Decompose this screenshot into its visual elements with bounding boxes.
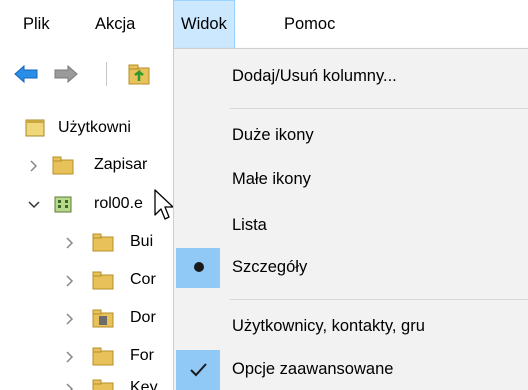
tree-item-child-label: Dor: [130, 309, 156, 326]
menu-item-label: Duże ikony: [232, 126, 314, 144]
menu-item-label: Opcje zaawansowane: [232, 360, 394, 378]
tree-item-domain[interactable]: rol00.e: [0, 188, 175, 222]
menu-item-label: Szczegóły: [232, 258, 308, 276]
folder-icon: [92, 232, 114, 252]
folder-icon: [92, 346, 114, 366]
chevron-right-icon[interactable]: [62, 311, 78, 327]
tree-item-child[interactable]: Cor: [0, 264, 175, 298]
menu-akcja[interactable]: Akcja: [88, 0, 142, 50]
folder-icon: [92, 378, 114, 390]
menu-item-small-icons[interactable]: Małe ikony: [174, 160, 528, 200]
back-arrow-icon[interactable]: [12, 60, 40, 88]
navigation-tree: Użytkowni Zapisar rol00.e Bui Cor Dor Fo…: [0, 108, 175, 390]
chevron-down-icon[interactable]: [26, 197, 42, 213]
toolbar: [0, 52, 175, 96]
checkmark-indicator-background: [176, 350, 220, 390]
tree-item-child-label: Cor: [130, 271, 156, 288]
tree-item-domain-label: rol00.e: [94, 195, 143, 212]
menu-item-advanced-options[interactable]: Opcje zaawansowane: [174, 350, 528, 390]
menu-bar: Plik Akcja Widok Pomoc: [0, 0, 528, 50]
menu-plik[interactable]: Plik: [16, 0, 57, 50]
menu-item-label: Lista: [232, 216, 267, 234]
menu-item-list[interactable]: Lista: [174, 206, 528, 246]
menu-item-add-remove-columns[interactable]: Dodaj/Usuń kolumny...: [174, 57, 528, 97]
up-folder-icon[interactable]: [126, 60, 154, 88]
console-icon: [24, 118, 46, 138]
folder-icon: [52, 155, 74, 175]
chevron-right-icon[interactable]: [62, 349, 78, 365]
menu-item-label: Dodaj/Usuń kolumny...: [232, 67, 397, 85]
controllers-folder-icon: [92, 308, 114, 328]
tree-item-saved[interactable]: Zapisar: [0, 149, 175, 183]
chevron-right-icon[interactable]: [62, 235, 78, 251]
menu-pomoc[interactable]: Pomoc: [277, 0, 342, 50]
radio-indicator-background: [176, 248, 220, 288]
forward-arrow-icon[interactable]: [52, 60, 80, 88]
menu-item-label: Małe ikony: [232, 170, 311, 188]
toolbar-separator: [106, 62, 107, 86]
tree-item-child-label: Bui: [130, 233, 154, 250]
checkmark-icon: [190, 363, 207, 377]
menu-item-details[interactable]: Szczegóły: [174, 248, 528, 288]
menu-item-users-contacts[interactable]: Użytkownicy, kontakty, gru: [174, 307, 528, 347]
radio-bullet-icon: [194, 262, 204, 272]
chevron-right-icon[interactable]: [62, 381, 78, 390]
tree-item-child[interactable]: Dor: [0, 302, 175, 336]
menu-separator: [230, 108, 528, 109]
menu-widok[interactable]: Widok: [173, 0, 235, 50]
tree-item-saved-label: Zapisar: [94, 156, 148, 173]
chevron-right-icon[interactable]: [62, 273, 78, 289]
menu-separator: [230, 299, 528, 300]
menu-item-label: Użytkownicy, kontakty, gru: [232, 317, 425, 335]
tree-item-child-label: For: [130, 347, 154, 364]
tree-root[interactable]: Użytkowni: [0, 112, 175, 146]
tree-item-child[interactable]: For: [0, 340, 175, 374]
tree-item-child[interactable]: Bui: [0, 226, 175, 260]
tree-item-child-label: Key: [130, 379, 158, 390]
menu-item-large-icons[interactable]: Duże ikony: [174, 116, 528, 156]
folder-icon: [92, 270, 114, 290]
chevron-right-icon[interactable]: [26, 158, 42, 174]
domain-icon: [52, 194, 74, 214]
view-dropdown-menu: Dodaj/Usuń kolumny... Duże ikony Małe ik…: [173, 48, 528, 390]
tree-root-label: Użytkowni: [58, 119, 131, 136]
tree-item-child[interactable]: Key: [0, 372, 175, 390]
